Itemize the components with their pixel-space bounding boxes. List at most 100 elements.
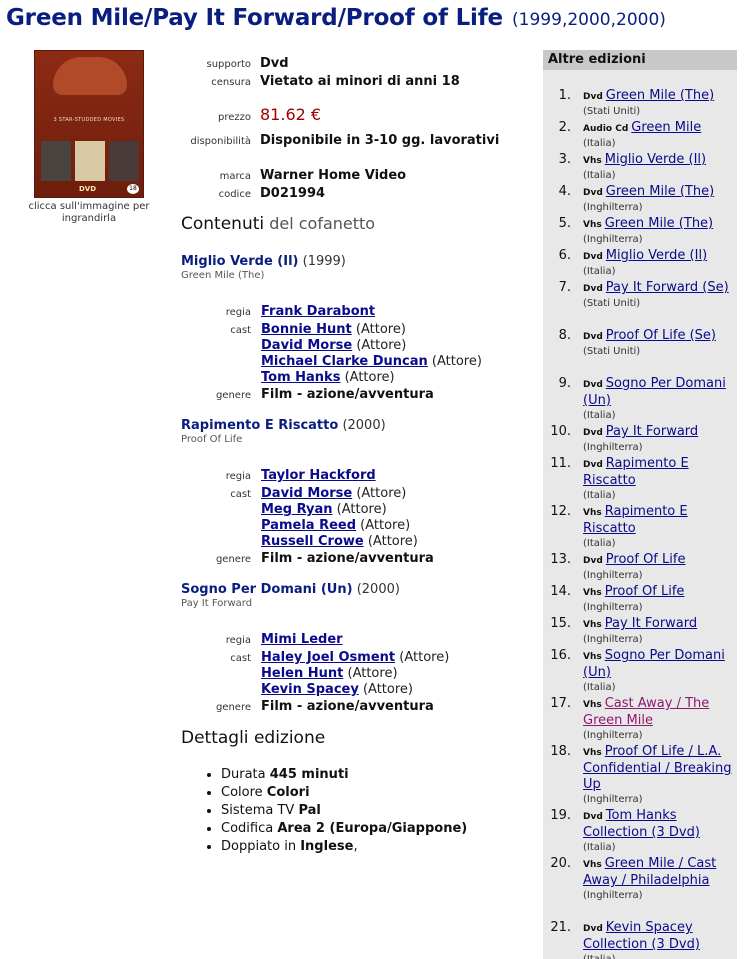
edition-format: Dvd [583, 332, 603, 342]
edition-number: 9. [558, 376, 571, 391]
detail-label: Codifica [221, 821, 278, 836]
edition-country: (Italia) [583, 490, 616, 501]
cover-thumb-1 [41, 141, 71, 181]
film-title: Rapimento E Riscatto (2000) [181, 418, 541, 433]
edition-link[interactable]: Green Mile (The) [605, 216, 713, 231]
edition-format: Vhs [583, 220, 602, 230]
edition-link[interactable]: Sogno Per Domani (Un) [583, 648, 725, 680]
edition-link[interactable]: Miglio Verde (Il) [606, 248, 707, 263]
director-link[interactable]: Frank Darabont [261, 304, 375, 319]
edition-body: Vhs Miglio Verde (Il) (Italia) [583, 152, 733, 183]
meta-row-disponibilita: disponibilità Disponibile in 3-10 gg. lav… [172, 129, 499, 148]
edition-format: Dvd [583, 252, 603, 262]
box-contents: Contenuti del cofanetto Miglio Verde (Il… [181, 214, 541, 714]
edition-link[interactable]: Green Mile (The) [606, 184, 714, 199]
edition-number: 8. [558, 328, 571, 343]
edition-body: Dvd Proof Of Life (Inghilterra) [583, 552, 733, 583]
edition-body: Vhs Rapimento E Riscatto (Italia) [583, 504, 733, 551]
credit-label: genere [215, 554, 251, 565]
product-title: Green Mile/Pay It Forward/Proof of Life [6, 5, 503, 31]
film-name: Miglio Verde (Il) [181, 254, 299, 269]
edition-link[interactable]: Proof Of Life (Se) [606, 328, 716, 343]
detail-value: Pal [298, 803, 321, 818]
edition-link[interactable]: Proof Of Life [606, 552, 686, 567]
cast-role: (Attore) [431, 354, 482, 369]
details-list: Durata 445 minutiColore ColoriSistema TV… [181, 766, 541, 856]
edition-country: (Italia) [583, 170, 616, 181]
meta-value: D021994 [260, 186, 326, 201]
details-heading: Dettagli edizione [181, 728, 326, 748]
meta-row-supporto: supporto Dvd [172, 52, 289, 71]
other-editions-sidebar: Altre edizioni 1. Dvd Green Mile (The) (Sta… [543, 50, 737, 959]
film-year: (2000) [356, 582, 400, 597]
edition-format: Vhs [583, 508, 602, 518]
edition-link[interactable]: Proof Of Life / L.A. Confidential / Brea… [583, 744, 731, 792]
genre-row: genere Film - azione/avventura [181, 695, 434, 714]
film-title: Sogno Per Domani (Un) (2000) [181, 582, 541, 597]
edition-country: (Italia) [583, 266, 616, 277]
meta-value: Dvd [260, 56, 289, 71]
edition-country: (Italia) [583, 953, 733, 959]
film-original-title: Proof Of Life [181, 434, 243, 445]
edition-details: Dettagli edizione Durata 445 minutiColor… [181, 728, 541, 856]
edition-link[interactable]: Green Mile [631, 120, 701, 135]
edition-body: Vhs Green Mile (The) (Inghilterra) [583, 216, 733, 247]
edition-body: Dvd Pay It Forward (Inghilterra) [583, 424, 733, 455]
edition-format: Vhs [583, 700, 602, 710]
edition-number: 21. [550, 920, 571, 935]
cover-dvd-logo: DVD [79, 185, 97, 193]
edition-country: (Inghilterra) [583, 202, 643, 213]
meta-row-marca: marca Warner Home Video [172, 164, 407, 183]
edition-country: (Stati Uniti) [583, 106, 641, 117]
director-row: regia Mimi Leder [181, 628, 343, 647]
edition-country: (Inghilterra) [583, 234, 643, 245]
film-year: (2000) [342, 418, 386, 433]
edition-body: Dvd Miglio Verde (Il) (Italia) [583, 248, 733, 279]
edition-link[interactable]: Pay It Forward [605, 616, 697, 631]
edition-format: Dvd [583, 924, 603, 934]
director-link[interactable]: Taylor Hackford [261, 468, 376, 483]
meta-row-censura: censura Vietato ai minori di anni 18 [172, 70, 460, 89]
cover-image[interactable]: 3 STAR-STUDDED MOVIES DVD 18 [34, 50, 144, 198]
genre-value: Film - azione/avventura [261, 551, 434, 566]
product-years: (1999,2000,2000) [512, 10, 666, 30]
contents-heading-main: Contenuti [181, 214, 265, 234]
meta-label: disponibilità [190, 136, 251, 147]
edition-link[interactable]: Pay It Forward [606, 424, 698, 439]
edition-country: (Inghilterra) [583, 442, 643, 453]
edition-link[interactable]: Sogno Per Domani (Un) [583, 376, 726, 408]
film-entry: Rapimento E Riscatto (2000) Proof Of Life… [181, 418, 541, 566]
edition-country: (Inghilterra) [583, 602, 643, 613]
cover-caption: clicca sull'immagine per ingrandirla [28, 201, 150, 224]
meta-value: Disponibile in 3-10 gg. lavorativi [260, 133, 500, 148]
contents-heading-rest: del cofanetto [264, 214, 376, 233]
cast-role: (Attore) [399, 650, 450, 665]
film-original-title: Pay It Forward [181, 598, 253, 609]
edition-link[interactable]: Pay It Forward (Se) [606, 280, 729, 295]
edition-number: 1. [558, 88, 571, 103]
edition-number: 13. [550, 552, 571, 567]
edition-country: (Inghilterra) [583, 570, 643, 581]
edition-format: Vhs [583, 652, 602, 662]
credit-value: Film - azione/avventura [261, 387, 434, 402]
edition-link[interactable]: Green Mile (The) [606, 88, 714, 103]
edition-number: 19. [550, 808, 571, 823]
edition-number: 15. [550, 616, 571, 631]
edition-number: 12. [550, 504, 571, 519]
cover-thumb-2 [75, 141, 105, 181]
director-link[interactable]: Mimi Leder [261, 632, 343, 647]
detail-item: Sistema TV Pal [221, 802, 541, 820]
edition-number: 4. [558, 184, 571, 199]
director-row: regia Frank Darabont [181, 300, 375, 319]
edition-country: (Inghilterra) [583, 730, 643, 741]
edition-body: Dvd Sogno Per Domani (Un) (Italia) [583, 376, 733, 423]
edition-link[interactable]: Green Mile / Cast Away / Philadelphia [583, 856, 716, 888]
meta-label: prezzo [217, 112, 251, 123]
detail-item: Durata 445 minuti [221, 766, 541, 784]
edition-link[interactable]: Miglio Verde (Il) [605, 152, 706, 167]
edition-format: Audio Cd [583, 124, 629, 134]
credit-value: Film - azione/avventura [261, 699, 434, 714]
credit-label: genere [215, 390, 251, 401]
meta-row-prezzo: prezzo 81.62 € [172, 105, 321, 124]
edition-link[interactable]: Proof Of Life [605, 584, 685, 599]
